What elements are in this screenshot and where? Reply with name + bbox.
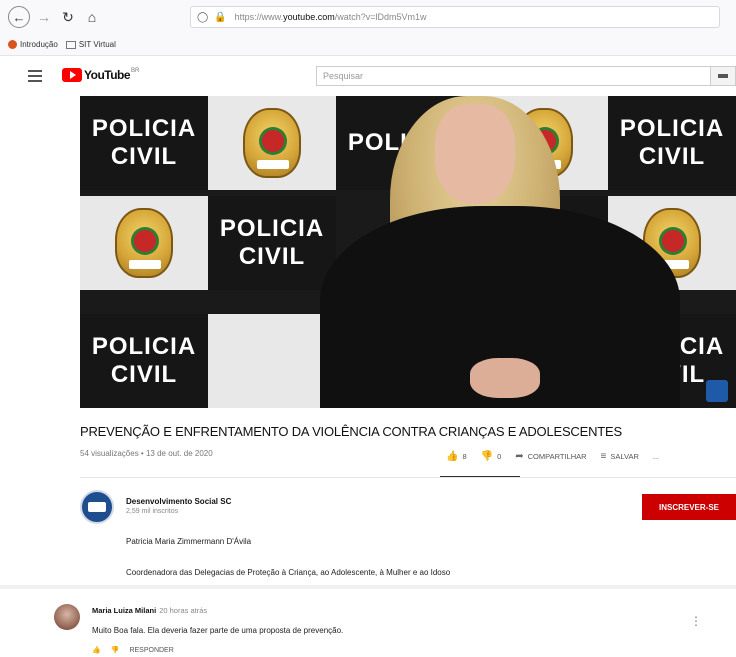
- reload-icon[interactable]: ↻: [58, 7, 78, 27]
- youtube-logo[interactable]: YouTube BR: [62, 68, 139, 82]
- shield-icon: ◯: [197, 11, 209, 23]
- bookmarks-bar: Introdução SIT Virtual: [0, 34, 736, 56]
- share-button[interactable]: ➦ COMPARTILHAR: [515, 451, 586, 462]
- backdrop-tile: POLICIA CIVIL: [80, 314, 208, 408]
- channel-avatar[interactable]: [80, 490, 114, 524]
- reply-button[interactable]: RESPONDER: [129, 647, 173, 654]
- url-text: https://www.youtube.com/watch?v=lDdm5Vm1…: [234, 12, 427, 22]
- dislike-button[interactable]: 👎 0: [481, 451, 502, 462]
- bookmark-sit-virtual[interactable]: SIT Virtual: [65, 40, 116, 49]
- browser-toolbar: ← → ↻ ⌂ ◯ 🔒 https://www.youtube.com/watc…: [0, 0, 736, 34]
- share-arrow-icon: ➦: [515, 450, 524, 462]
- video-meta: 54 visualizações • 13 de out. de 2020: [80, 449, 213, 458]
- playlist-add-icon: ≡: [600, 450, 607, 462]
- youtube-play-icon: [62, 68, 82, 82]
- video-title: PREVENÇÃO E ENFRENTAMENTO DA VIOLÊNCIA C…: [80, 424, 622, 439]
- backdrop-tile: [208, 314, 336, 408]
- thumbs-up-icon[interactable]: 👍: [92, 646, 101, 654]
- description-line: Patricia Maria Zimmermann D'Ávila: [126, 537, 252, 546]
- presenter-figure: [320, 96, 680, 408]
- subscribe-button[interactable]: INSCREVER-SE: [642, 494, 736, 520]
- video-actions: 👍 8 👎 0 ➦ COMPARTILHAR ≡ SALVAR ...: [446, 448, 736, 464]
- forward-arrow-icon[interactable]: →: [34, 7, 54, 27]
- comment-author[interactable]: Maria Luiza Milani 20 horas atrás: [92, 606, 207, 615]
- like-button[interactable]: 👍 8: [446, 451, 467, 462]
- police-badge-icon: [115, 208, 173, 278]
- commenter-avatar[interactable]: [54, 604, 80, 630]
- folder-icon: [65, 40, 76, 49]
- more-actions-button[interactable]: ...: [653, 452, 659, 461]
- channel-subscribers: 2,59 mil inscritos: [126, 508, 179, 515]
- url-bar[interactable]: ◯ 🔒 https://www.youtube.com/watch?v=lDdm…: [190, 6, 720, 28]
- thumbs-down-icon[interactable]: 👎: [111, 646, 120, 654]
- save-button[interactable]: ≡ SALVAR: [601, 451, 639, 462]
- channel-name[interactable]: Desenvolvimento Social SC: [126, 497, 231, 506]
- badge-tile: [208, 96, 336, 190]
- police-badge-icon: [243, 108, 301, 178]
- backdrop-tile: POLICIA CIVIL: [208, 196, 336, 290]
- youtube-header: YouTube BR Pesquisar: [0, 56, 736, 96]
- thumbs-down-icon: 👎: [480, 450, 494, 462]
- divider: [80, 477, 736, 478]
- like-ratio-bar: [440, 476, 520, 477]
- firefox-icon: [8, 40, 17, 49]
- video-player[interactable]: POLICIA CIVIL POLICIA POLICIA CIVIL POLI…: [80, 96, 736, 408]
- home-icon[interactable]: ⌂: [82, 7, 102, 27]
- comment-text: Muito Boa fala. Ela deveria fazer parte …: [92, 626, 344, 635]
- comment-actions: 👍 👎 RESPONDER: [92, 646, 184, 655]
- section-separator: [0, 585, 736, 589]
- badge-tile: [80, 196, 208, 290]
- bookmark-introducao[interactable]: Introdução: [8, 40, 58, 49]
- description-line: Coordenadora das Delegacias de Proteção …: [126, 568, 451, 577]
- thumbs-up-icon: 👍: [446, 450, 459, 462]
- backdrop-tile: POLICIA CIVIL: [80, 96, 208, 190]
- more-vert-icon[interactable]: ⋮: [690, 614, 702, 628]
- back-arrow-icon[interactable]: ←: [8, 6, 30, 28]
- search-icon: [718, 74, 728, 78]
- search-button[interactable]: [710, 66, 736, 86]
- channel-watermark-icon[interactable]: [706, 380, 728, 402]
- comment-time: 20 horas atrás: [159, 606, 208, 615]
- lock-icon: 🔒: [214, 11, 227, 23]
- menu-icon[interactable]: [28, 70, 42, 82]
- search-input[interactable]: Pesquisar: [316, 66, 716, 86]
